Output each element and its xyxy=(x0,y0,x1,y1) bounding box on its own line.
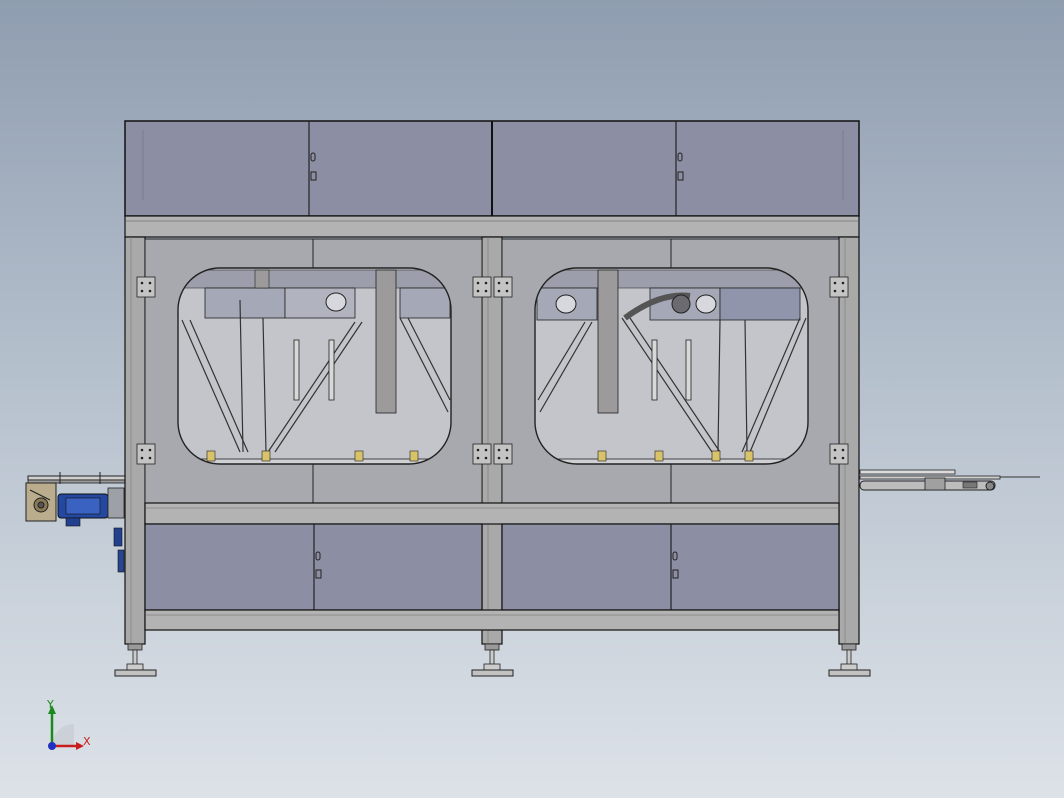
upper-cabinet[interactable] xyxy=(124,120,860,217)
cad-viewport[interactable]: Y X xyxy=(0,0,1064,798)
top-beam xyxy=(124,215,860,238)
y-axis-label: Y xyxy=(47,698,54,711)
right-window xyxy=(535,268,808,464)
right-conveyor[interactable] xyxy=(859,469,1040,491)
x-axis-label: X xyxy=(83,735,91,748)
machine-model[interactable] xyxy=(0,0,1064,798)
middle-beam xyxy=(144,502,840,525)
left-window xyxy=(178,268,451,464)
bottom-beam xyxy=(144,609,840,631)
leveling-feet xyxy=(114,643,871,677)
left-conveyor[interactable] xyxy=(25,472,127,573)
coordinate-triad[interactable]: Y X xyxy=(40,698,100,758)
